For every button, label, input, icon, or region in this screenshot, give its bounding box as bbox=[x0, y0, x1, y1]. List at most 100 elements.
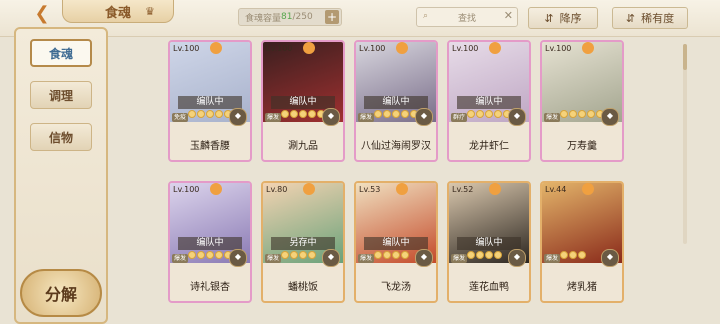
food-soul-card[interactable]: Lv.100 编队中 免疫 ◆ 玉麟香腰 bbox=[168, 40, 252, 162]
star-icon bbox=[467, 251, 475, 259]
food-soul-card[interactable]: Lv.100 编队中 爆发 ◆ 涮九品 bbox=[261, 40, 345, 162]
type-tag: 群疗 bbox=[451, 113, 467, 122]
star-icon bbox=[560, 251, 568, 259]
sidebar: 食魂 调理 信物 分解 bbox=[14, 27, 108, 324]
star-icon bbox=[374, 251, 382, 259]
food-soul-name: 涮九品 bbox=[288, 141, 318, 152]
food-soul-card[interactable]: Lv.44 爆发 ◆ 烤乳猪 bbox=[540, 181, 624, 303]
food-soul-card[interactable]: Lv.100 编队中 爆发 ◆ 诗礼银杏 bbox=[168, 181, 252, 303]
decompose-label: 分解 bbox=[44, 285, 77, 304]
food-soul-card[interactable]: Lv.100 编队中 群疗 ◆ 龙井虾仁 bbox=[447, 40, 531, 162]
star-icon bbox=[476, 251, 484, 259]
rank-badge-icon bbox=[303, 183, 315, 195]
type-tag: 爆发 bbox=[451, 254, 467, 263]
card-level: Lv.52 bbox=[452, 185, 474, 194]
scroll-thumb[interactable] bbox=[683, 44, 687, 70]
search-input[interactable]: ⌕ 查找 ✕ bbox=[416, 7, 518, 27]
status-badge: 另存中 bbox=[271, 237, 335, 250]
rank-badge-icon bbox=[489, 183, 501, 195]
sidebar-item-seasoning[interactable]: 调理 bbox=[30, 81, 92, 109]
capacity-label: 食魂容量 bbox=[245, 13, 282, 24]
star-rating bbox=[281, 110, 325, 122]
add-capacity-button[interactable]: + bbox=[325, 10, 339, 24]
sort-arrows-icon: ⇵ bbox=[625, 11, 636, 25]
star-rating bbox=[188, 251, 232, 263]
food-soul-name: 玉麟香腰 bbox=[190, 141, 230, 152]
status-badge: 编队中 bbox=[457, 96, 521, 109]
food-soul-card[interactable]: Lv.53 编队中 爆发 ◆ 飞龙汤 bbox=[354, 181, 438, 303]
status-badge: 编队中 bbox=[271, 96, 335, 109]
sidebar-item-token[interactable]: 信物 bbox=[30, 123, 92, 151]
skill-icon: ◆ bbox=[229, 108, 247, 126]
type-tag: 爆发 bbox=[358, 113, 374, 122]
card-level: Lv.44 bbox=[545, 185, 567, 194]
star-icon bbox=[206, 110, 214, 118]
star-icon bbox=[188, 110, 196, 118]
star-icon bbox=[392, 251, 400, 259]
skill-icon: ◆ bbox=[322, 249, 340, 267]
clear-icon[interactable]: ✕ bbox=[504, 9, 513, 22]
food-soul-name: 万寿羹 bbox=[567, 141, 597, 152]
star-icon bbox=[299, 110, 307, 118]
sort-arrows-icon: ⇵ bbox=[544, 11, 554, 25]
rank-badge-icon bbox=[489, 42, 501, 54]
scrollbar[interactable] bbox=[683, 44, 687, 244]
top-bar: ❮ 食魂 ♛ 食魂容量 81 /250 + ⌕ 查找 ✕ ⇵ 降序 ⇵ 稀有度 bbox=[0, 0, 720, 37]
star-rating bbox=[467, 251, 502, 263]
sidebar-item-label: 食魂 bbox=[48, 46, 73, 61]
back-arrow-icon[interactable]: ❮ bbox=[22, 0, 62, 26]
sidebar-item-food-soul[interactable]: 食魂 bbox=[30, 39, 92, 67]
soul-capacity: 食魂容量 81 /250 + bbox=[238, 8, 342, 26]
star-icon bbox=[485, 110, 493, 118]
star-icon bbox=[401, 110, 409, 118]
star-icon bbox=[494, 110, 502, 118]
rarity-sort-button[interactable]: ⇵ 稀有度 bbox=[612, 7, 688, 29]
rank-badge-icon bbox=[396, 42, 408, 54]
star-icon bbox=[578, 110, 586, 118]
star-icon bbox=[383, 251, 391, 259]
star-icon bbox=[308, 110, 316, 118]
type-tag: 爆发 bbox=[544, 254, 560, 263]
page-title: 食魂 bbox=[62, 0, 174, 23]
sidebar-item-label: 调理 bbox=[48, 88, 73, 103]
food-soul-name: 八仙过海闹罗汉 bbox=[361, 141, 431, 152]
card-level: Lv.100 bbox=[173, 44, 200, 53]
card-level: Lv.100 bbox=[266, 44, 293, 53]
star-rating bbox=[467, 110, 511, 122]
star-rating bbox=[374, 110, 418, 122]
star-icon bbox=[374, 110, 382, 118]
star-icon bbox=[197, 110, 205, 118]
rank-badge-icon bbox=[582, 183, 594, 195]
type-tag: 免疫 bbox=[172, 113, 188, 122]
card-level: Lv.100 bbox=[359, 44, 386, 53]
sort-order-button[interactable]: ⇵ 降序 bbox=[528, 7, 598, 29]
card-level: Lv.100 bbox=[545, 44, 572, 53]
food-soul-name: 蟠桃饭 bbox=[288, 282, 318, 293]
food-soul-name: 莲花血鸭 bbox=[469, 282, 509, 293]
star-icon bbox=[281, 251, 289, 259]
star-icon bbox=[383, 110, 391, 118]
star-icon bbox=[188, 251, 196, 259]
star-icon bbox=[197, 251, 205, 259]
skill-icon: ◆ bbox=[601, 108, 619, 126]
star-icon bbox=[467, 110, 475, 118]
star-rating bbox=[281, 251, 316, 263]
food-soul-name: 烤乳猪 bbox=[567, 282, 597, 293]
food-soul-card[interactable]: Lv.100 爆发 ◆ 万寿羹 bbox=[540, 40, 624, 162]
decompose-button[interactable]: 分解 bbox=[20, 269, 102, 317]
food-soul-card[interactable]: Lv.52 编队中 爆发 ◆ 莲花血鸭 bbox=[447, 181, 531, 303]
rank-badge-icon bbox=[396, 183, 408, 195]
capacity-max: /250 bbox=[292, 12, 313, 22]
food-soul-card[interactable]: Lv.80 另存中 爆发 ◆ 蟠桃饭 bbox=[261, 181, 345, 303]
food-soul-name: 飞龙汤 bbox=[381, 282, 411, 293]
food-soul-card[interactable]: Lv.100 编队中 爆发 ◆ 八仙过海闹罗汉 bbox=[354, 40, 438, 162]
star-icon bbox=[494, 251, 502, 259]
crown-icon: ♛ bbox=[145, 5, 155, 18]
skill-icon: ◆ bbox=[415, 108, 433, 126]
type-tag: 爆发 bbox=[265, 254, 281, 263]
rank-badge-icon bbox=[210, 183, 222, 195]
food-soul-name: 龙井虾仁 bbox=[469, 141, 509, 152]
status-badge: 编队中 bbox=[364, 237, 428, 250]
card-level: Lv.100 bbox=[173, 185, 200, 194]
food-soul-name: 诗礼银杏 bbox=[190, 282, 230, 293]
